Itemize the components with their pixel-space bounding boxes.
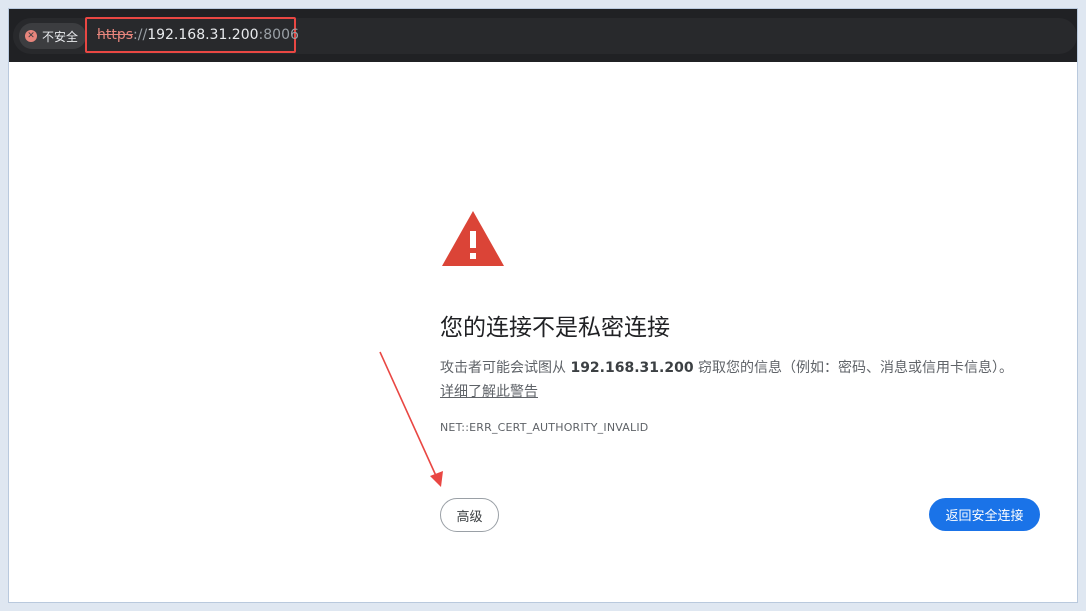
warning-triangle-icon <box>442 211 504 266</box>
security-status-chip[interactable]: ✕ 不安全 <box>19 23 87 49</box>
url-host: 192.168.31.200 <box>147 27 259 43</box>
url-scheme: https <box>97 27 134 43</box>
close-circle-icon: ✕ <box>25 30 37 42</box>
warning-description: 攻击者可能会试图从 192.168.31.200 窃取您的信息（例如：密码、消息… <box>440 357 1013 377</box>
security-status-label: 不安全 <box>42 29 79 44</box>
error-page: 您的连接不是私密连接 攻击者可能会试图从 192.168.31.200 窃取您的… <box>9 62 1077 602</box>
description-suffix: 窃取您的信息（例如：密码、消息或信用卡信息）。 <box>693 360 1014 376</box>
page-heading: 您的连接不是私密连接 <box>440 315 670 341</box>
url-text[interactable]: https://192.168.31.200:8006 <box>85 17 299 53</box>
browser-window: ✕ 不安全 https://192.168.31.200:8006 您的连接不是… <box>9 9 1077 602</box>
description-host: 192.168.31.200 <box>570 360 694 376</box>
url-separator: :// <box>133 27 148 43</box>
error-code: NET::ERR_CERT_AUTHORITY_INVALID <box>440 421 649 434</box>
learn-more-link[interactable]: 详细了解此警告 <box>440 381 538 401</box>
description-prefix: 攻击者可能会试图从 <box>440 360 571 376</box>
omnibox[interactable]: ✕ 不安全 https://192.168.31.200:8006 <box>13 17 1077 54</box>
browser-toolbar: ✕ 不安全 https://192.168.31.200:8006 <box>9 9 1077 62</box>
advanced-button[interactable]: 高级 <box>440 498 499 532</box>
back-to-safety-button[interactable]: 返回安全连接 <box>929 498 1040 531</box>
url-port: :8006 <box>258 27 299 43</box>
